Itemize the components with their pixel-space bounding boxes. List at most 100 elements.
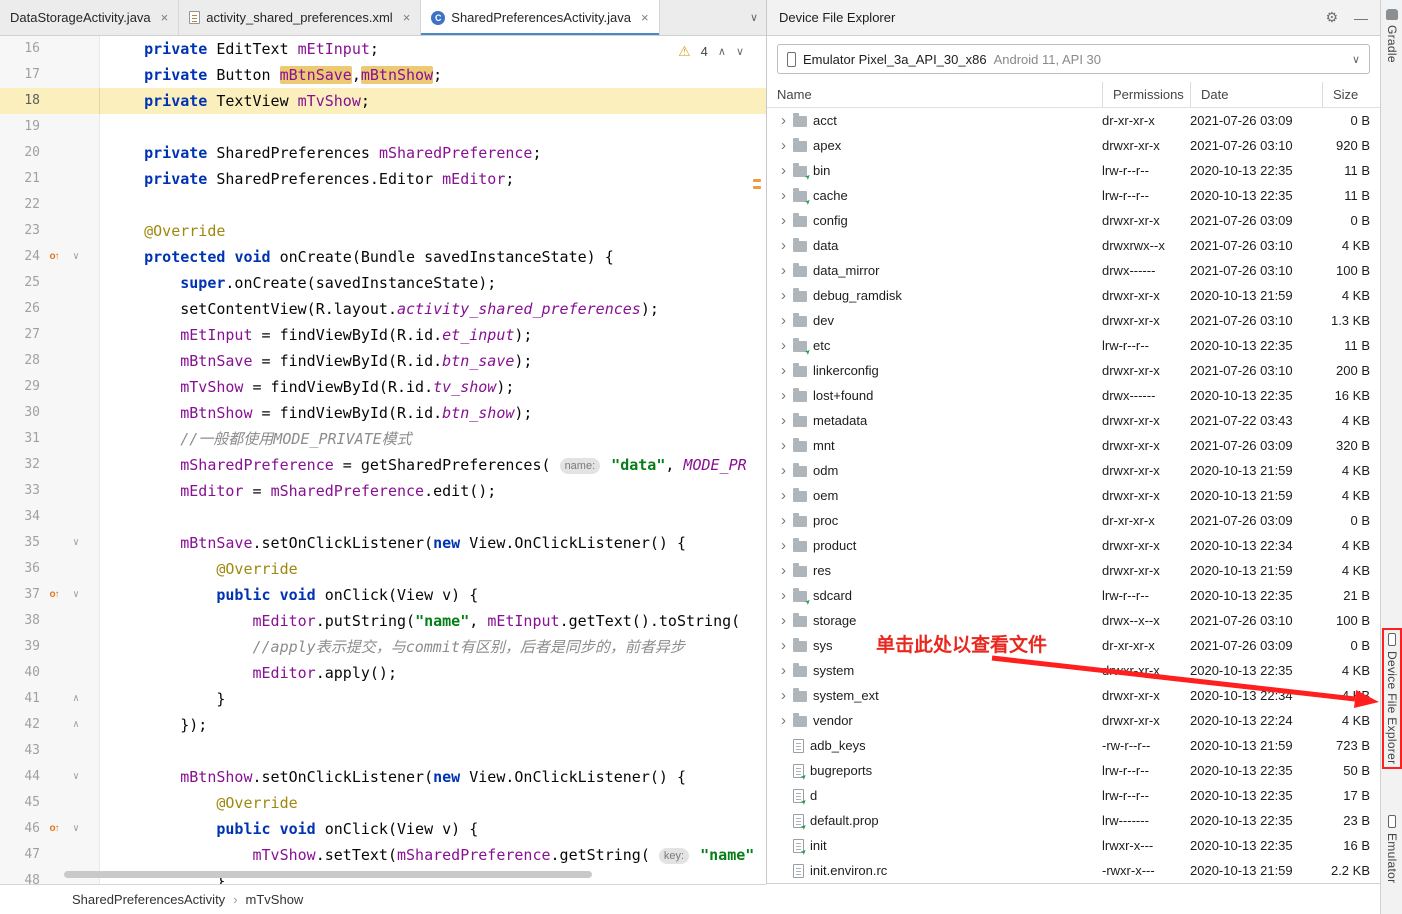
column-header-size[interactable]: Size bbox=[1322, 82, 1380, 107]
next-highlight-icon[interactable]: ∨ bbox=[736, 45, 744, 58]
file-row-debug-ramdisk[interactable]: › debug_ramdisk drwxr-xr-x 2020-10-13 21:59… bbox=[767, 283, 1380, 308]
editor-tab-activity-shared-preferences-xml[interactable]: activity_shared_preferences.xml × bbox=[179, 0, 422, 35]
expand-chevron-icon[interactable]: › bbox=[776, 413, 791, 428]
expand-chevron-icon[interactable]: › bbox=[776, 638, 791, 653]
file-row-sys[interactable]: › sys dr-xr-xr-x 2021-07-26 03:09 0 B bbox=[767, 633, 1380, 658]
code-editor[interactable]: 16 private EditText mEtInput; 17 private … bbox=[0, 36, 766, 884]
expand-chevron-icon[interactable]: › bbox=[776, 113, 791, 128]
expand-chevron-icon[interactable]: › bbox=[776, 138, 791, 153]
file-row-lost-found[interactable]: › lost+found drwx------ 2020-10-13 22:35 16 … bbox=[767, 383, 1380, 408]
file-row-odm[interactable]: › odm drwxr-xr-x 2020-10-13 21:59 4 KB bbox=[767, 458, 1380, 483]
file-row-vendor[interactable]: › vendor drwxr-xr-x 2020-10-13 22:24 4 KB bbox=[767, 708, 1380, 733]
file-row-bin[interactable]: › bin lrw-r--r-- 2020-10-13 22:35 11 B bbox=[767, 158, 1380, 183]
file-row-etc[interactable]: › etc lrw-r--r-- 2020-10-13 22:35 11 B bbox=[767, 333, 1380, 358]
override-method-icon[interactable]: o↑ bbox=[42, 244, 66, 270]
file-row-data[interactable]: › data drwxrwx--x 2021-07-26 03:10 4 KB bbox=[767, 233, 1380, 258]
file-row-apex[interactable]: › apex drwxr-xr-x 2021-07-26 03:10 920 B bbox=[767, 133, 1380, 158]
file-row-default-prop[interactable]: default.prop lrw------- 2020-10-13 22:35 23… bbox=[767, 808, 1380, 833]
expand-chevron-icon[interactable]: › bbox=[776, 438, 791, 453]
file-row-linkerconfig[interactable]: › linkerconfig drwxr-xr-x 2021-07-26 03:10 2… bbox=[767, 358, 1380, 383]
expand-chevron-icon[interactable]: › bbox=[776, 663, 791, 678]
gear-icon[interactable]: ⚙ bbox=[1325, 9, 1338, 26]
expand-chevron-icon[interactable]: › bbox=[776, 213, 791, 228]
file-row-system-ext[interactable]: › system_ext drwxr-xr-x 2020-10-13 22:34 4 K… bbox=[767, 683, 1380, 708]
previous-highlight-icon[interactable]: ∧ bbox=[718, 45, 726, 58]
device-selector[interactable]: Emulator Pixel_3a_API_30_x86 Android 11,… bbox=[777, 44, 1370, 74]
fold-open-icon[interactable]: ∨ bbox=[66, 816, 86, 842]
close-tab-icon[interactable]: × bbox=[403, 10, 411, 25]
file-size: 100 B bbox=[1336, 613, 1370, 628]
file-row-init[interactable]: init lrwxr-x--- 2020-10-13 22:35 16 B bbox=[767, 833, 1380, 858]
expand-chevron-icon[interactable]: › bbox=[776, 163, 791, 178]
file-row-dev[interactable]: › dev drwxr-xr-x 2021-07-26 03:10 1.3 KB bbox=[767, 308, 1380, 333]
expand-chevron-icon[interactable]: › bbox=[776, 188, 791, 203]
tool-stripe-gradle[interactable]: Gradle bbox=[1382, 6, 1402, 66]
file-row-metadata[interactable]: › metadata drwxr-xr-x 2021-07-22 03:43 4 KB bbox=[767, 408, 1380, 433]
expand-chevron-icon[interactable]: › bbox=[776, 563, 791, 578]
file-row-mnt[interactable]: › mnt drwxr-xr-x 2021-07-26 03:09 320 B bbox=[767, 433, 1380, 458]
fold-open-icon[interactable]: ∨ bbox=[66, 764, 86, 790]
expand-chevron-icon[interactable]: › bbox=[776, 238, 791, 253]
expand-chevron-icon[interactable]: › bbox=[776, 363, 791, 378]
column-header-permissions[interactable]: Permissions bbox=[1102, 82, 1190, 107]
breadcrumb-item-class[interactable]: SharedPreferencesActivity bbox=[72, 892, 225, 907]
code-line-44: 44 ∨ mBtnShow.setOnClickListener(new View… bbox=[0, 764, 766, 790]
expand-chevron-icon[interactable]: › bbox=[776, 463, 791, 478]
fold-close-icon[interactable]: ∧ bbox=[66, 686, 86, 712]
code-segment: Button bbox=[216, 66, 280, 84]
file-row-d[interactable]: d lrw-r--r-- 2020-10-13 22:35 17 B bbox=[767, 783, 1380, 808]
expand-chevron-icon[interactable]: › bbox=[776, 488, 791, 503]
file-row-oem[interactable]: › oem drwxr-xr-x 2020-10-13 21:59 4 KB bbox=[767, 483, 1380, 508]
file-row-bugreports[interactable]: bugreports lrw-r--r-- 2020-10-13 22:35 50 B bbox=[767, 758, 1380, 783]
fold-close-icon[interactable]: ∧ bbox=[66, 712, 86, 738]
expand-chevron-icon[interactable]: › bbox=[776, 263, 791, 278]
column-header-name[interactable]: Name bbox=[767, 82, 1102, 107]
tool-stripe-device-file-explorer[interactable]: Device File Explorer bbox=[1382, 628, 1402, 770]
override-method-icon[interactable]: o↑ bbox=[42, 582, 66, 608]
line-number: 34 bbox=[24, 509, 40, 524]
file-row-data-mirror[interactable]: › data_mirror drwx------ 2021-07-26 03:10 10… bbox=[767, 258, 1380, 283]
expand-chevron-icon[interactable]: › bbox=[776, 288, 791, 303]
expand-chevron-icon[interactable]: › bbox=[776, 588, 791, 603]
file-row-proc[interactable]: › proc dr-xr-xr-x 2021-07-26 03:09 0 B bbox=[767, 508, 1380, 533]
editor-tab-sharedpreferencesactivity-java[interactable]: C SharedPreferencesActivity.java × bbox=[421, 0, 660, 35]
code-segment: ; bbox=[505, 170, 515, 188]
file-row-config[interactable]: › config drwxr-xr-x 2021-07-26 03:09 0 B bbox=[767, 208, 1380, 233]
column-header-date[interactable]: Date bbox=[1190, 82, 1322, 107]
file-row-product[interactable]: › product drwxr-xr-x 2020-10-13 22:34 4 KB bbox=[767, 533, 1380, 558]
fold-open-icon[interactable]: ∨ bbox=[66, 582, 86, 608]
file-row-storage[interactable]: › storage drwx--x--x 2021-07-26 03:10 100 B bbox=[767, 608, 1380, 633]
expand-chevron-icon[interactable]: › bbox=[776, 313, 791, 328]
override-method-icon[interactable]: o↑ bbox=[42, 816, 66, 842]
breadcrumb-item-member[interactable]: mTvShow bbox=[246, 892, 304, 907]
expand-chevron-icon[interactable]: › bbox=[776, 538, 791, 553]
hidden-tabs-chevron-icon[interactable]: ∨ bbox=[750, 11, 758, 24]
expand-chevron-icon[interactable]: › bbox=[776, 613, 791, 628]
close-tab-icon[interactable]: × bbox=[161, 10, 169, 25]
file-row-cache[interactable]: › cache lrw-r--r-- 2020-10-13 22:35 11 B bbox=[767, 183, 1380, 208]
expand-chevron-icon[interactable]: › bbox=[776, 513, 791, 528]
expand-chevron-icon[interactable]: › bbox=[776, 713, 791, 728]
gutter: 27 bbox=[0, 322, 100, 348]
file-row-adb-keys[interactable]: adb_keys -rw-r--r-- 2020-10-13 21:59 723 B bbox=[767, 733, 1380, 758]
file-row-acct[interactable]: › acct dr-xr-xr-x 2021-07-26 03:09 0 B bbox=[767, 108, 1380, 133]
file-row-system[interactable]: › system drwxr-xr-x 2020-10-13 22:35 4 KB bbox=[767, 658, 1380, 683]
inspections-widget[interactable]: ⚠ 4 ∧ ∨ bbox=[674, 42, 748, 61]
fold-open-icon[interactable]: ∨ bbox=[66, 530, 86, 556]
file-permissions: lrw------- bbox=[1102, 813, 1149, 828]
expand-chevron-icon[interactable]: › bbox=[776, 688, 791, 703]
minimize-icon[interactable]: — bbox=[1354, 10, 1368, 26]
file-row-sdcard[interactable]: › sdcard lrw-r--r-- 2020-10-13 22:35 21 B bbox=[767, 583, 1380, 608]
horizontal-scrollbar[interactable] bbox=[64, 871, 592, 878]
expand-chevron-icon[interactable]: › bbox=[776, 338, 791, 353]
file-row-init-environ-rc[interactable]: init.environ.rc -rwxr-x--- 2020-10-13 21:5… bbox=[767, 858, 1380, 883]
file-row-res[interactable]: › res drwxr-xr-x 2020-10-13 21:59 4 KB bbox=[767, 558, 1380, 583]
close-tab-icon[interactable]: × bbox=[641, 10, 649, 25]
editor-tab-datastorageactivity-java[interactable]: DataStorageActivity.java × bbox=[0, 0, 180, 35]
fold-open-icon[interactable]: ∨ bbox=[66, 244, 86, 270]
tool-stripe-emulator[interactable]: Emulator bbox=[1382, 812, 1402, 886]
expand-chevron-icon[interactable]: › bbox=[776, 388, 791, 403]
